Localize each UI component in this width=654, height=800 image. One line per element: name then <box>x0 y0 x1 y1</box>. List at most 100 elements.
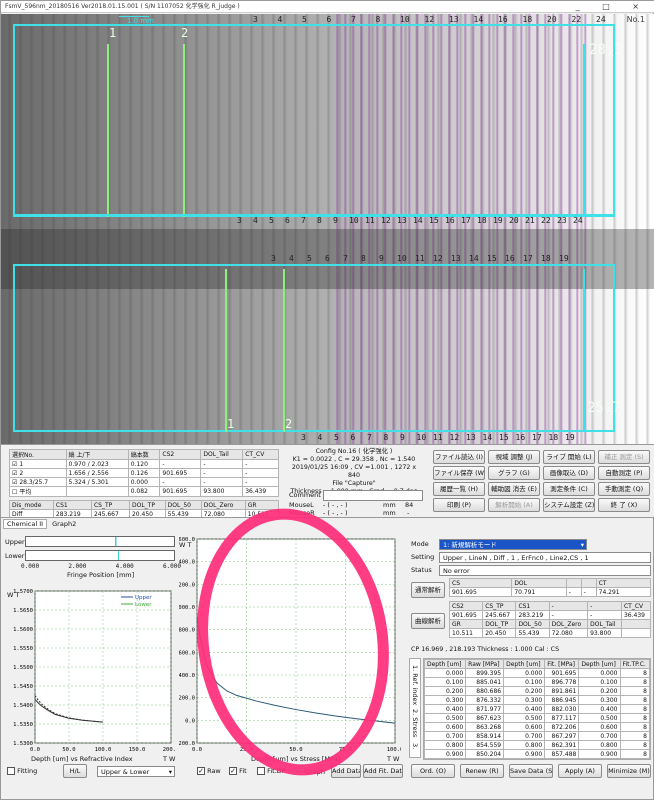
tab-graph2[interactable]: Graph2 <box>49 520 79 528</box>
lower-roi-line-2[interactable] <box>283 269 285 432</box>
col-header[interactable]: Raw [MPa] <box>465 659 505 669</box>
minimize-icon[interactable]: _ <box>576 2 590 11</box>
mode-select[interactable]: 1: 新規解析モード ▾ <box>439 539 587 550</box>
normal-analysis-button[interactable]: 通常解析 <box>411 582 445 598</box>
fringe-number: 15 <box>487 254 497 263</box>
data-table-wrapper[interactable]: Depth [um] Raw [MPa] Depth [um] Fit. [MPa] D… <box>423 658 651 760</box>
hl-button[interactable]: H/L <box>63 764 87 778</box>
upper-roi-box[interactable] <box>13 24 615 217</box>
table-row[interactable]: 0.300 876.332 0.300 886.945 0.300 8 <box>424 695 650 705</box>
table-row[interactable]: ☐ 平均 0.082 901.695 93.800 36.439 <box>9 486 279 497</box>
window-controls[interactable]: _ □ × <box>576 1 649 13</box>
row-select[interactable]: ☑ 28.3/25.7 <box>9 477 67 487</box>
action-button-2-2[interactable]: 測定条件 (C) <box>543 482 595 496</box>
row-select[interactable]: ☑ 1 <box>9 459 67 469</box>
table-row[interactable]: 0.800 854.559 0.800 862.391 0.800 8 <box>424 740 650 750</box>
col-header[interactable]: Depth [um] <box>503 659 546 669</box>
table-row[interactable]: ☑ 2 1.656 / 2.556 0.126 901.695 - - <box>9 468 279 478</box>
maximize-icon[interactable]: □ <box>602 2 620 11</box>
cell: 20.450 <box>482 628 517 638</box>
col-header[interactable]: Fit.TP.C. <box>619 659 650 669</box>
table-row[interactable]: 1.000845.8501.000852.5891.0008 <box>424 758 650 759</box>
raw-toggle[interactable]: ✓ Raw <box>197 767 221 775</box>
row-checkbox[interactable]: ☑ <box>12 470 17 477</box>
table-row[interactable]: 0.900 850.204 0.900 857.488 0.900 8 <box>424 749 650 759</box>
action-button-0-0[interactable]: ファイル読込 (I) <box>433 450 485 464</box>
tab-3[interactable]: 3. <box>411 743 419 749</box>
action-button-1-0[interactable]: ファイル保存 (W) <box>433 466 485 480</box>
fringe-number: 16 <box>505 254 515 263</box>
action-button-2-3[interactable]: 手動測定 (Q) <box>598 482 650 496</box>
right-plot-tw[interactable]: T W <box>387 755 399 763</box>
panel-button-0[interactable]: Ord. (O) <box>411 764 455 778</box>
table-row[interactable]: 0.400 871.977 0.400 882.030 0.400 8 <box>424 704 650 714</box>
row-checkbox[interactable]: ☑ <box>12 461 17 468</box>
action-button-3-3[interactable]: 終 了 (X) <box>598 498 650 512</box>
action-button-1-1[interactable]: グラフ (G) <box>488 466 540 480</box>
action-button-2-0[interactable]: 履歴一覧 (H) <box>433 482 485 496</box>
action-button-3-2[interactable]: システム設定 (Z) <box>543 498 595 512</box>
lower-roi-line-1[interactable] <box>225 269 227 432</box>
lower-roi-box[interactable] <box>13 264 615 432</box>
upper-roi-line-2[interactable] <box>183 44 185 217</box>
table-row[interactable]: 0.500 867.623 0.500 877.117 0.500 8 <box>424 713 650 723</box>
stress-data-table[interactable]: Depth [um] Raw [MPa] Depth [um] Fit. [MPa] D… <box>424 659 650 759</box>
add-fit-data-button[interactable]: Add Fit. Data <box>363 764 403 778</box>
panel-button-1[interactable]: Renew (R) <box>460 764 504 778</box>
table-row[interactable]: ☑ 1 0.970 / 2.023 0.120 - - - <box>9 459 279 469</box>
table-row[interactable]: 0.000 899.395 0.000 901.695 0.000 8 <box>424 668 650 678</box>
refractive-index-chart[interactable]: 1.5700 1.5650 1.5600 1.5550 1.5500 1.5450 1.54… <box>5 583 179 753</box>
action-button-2-1[interactable]: 輔助図 消去 (E) <box>488 482 540 496</box>
upper-roi-line-1[interactable] <box>107 44 109 217</box>
col-header[interactable]: Fit. [MPa] <box>544 659 580 669</box>
fit-checkbox[interactable]: ✓ <box>229 767 237 775</box>
left-plot-tw[interactable]: T W <box>163 755 175 763</box>
table-row[interactable]: ☑ 28.3/25.7 5.324 / 5.301 0.000 - - - <box>9 477 279 487</box>
raw-checkbox[interactable]: ✓ <box>197 767 205 775</box>
action-button-3-0[interactable]: 印刷 (P) <box>433 498 485 512</box>
row-select[interactable]: ☑ 2 <box>9 468 67 478</box>
action-button-0-3[interactable]: 補正 測定 (S) <box>598 450 650 464</box>
comment-input[interactable] <box>323 490 423 501</box>
panel-button-2[interactable]: Save Data (S) <box>509 764 553 778</box>
fringe-image-view[interactable]: 1.0 mm No.1 1 2 28.3 3 4 5 6 7 8 10 12 13 14 16 18 2… <box>1 14 654 444</box>
table-row[interactable]: 0.200 880.686 0.200 891.861 0.200 8 <box>424 686 650 696</box>
cell: - <box>242 468 279 478</box>
fringe-number: 8 <box>375 15 381 24</box>
action-button-0-2[interactable]: ライブ 開始 (L) <box>543 450 595 464</box>
panel-button-4[interactable]: Minimize (M) <box>607 764 651 778</box>
config-line-1: Config No.16 ( 化学強化 ) <box>315 448 393 455</box>
cell: 0.082 <box>127 486 161 497</box>
table-row[interactable]: 0.100 885.041 0.100 896.778 0.100 8 <box>424 677 650 687</box>
table-cell: 0.800 <box>503 740 546 750</box>
panel-button-3[interactable]: Apply (A) <box>558 764 602 778</box>
row-checkbox[interactable]: ☑ <box>12 479 17 486</box>
table-row[interactable]: 0.600 863.268 0.600 872.206 0.600 8 <box>424 722 650 732</box>
tab-ref-index[interactable]: 1. Ref. index <box>411 665 419 705</box>
action-button-0-1[interactable]: 視域 調整 (J) <box>488 450 540 464</box>
fit-toggle[interactable]: ✓ Fit <box>229 767 247 775</box>
chevron-down-icon[interactable]: ▾ <box>581 540 586 549</box>
action-button-1-3[interactable]: 自動測定 (P) <box>598 466 650 480</box>
fitting-toggle[interactable]: Fitting <box>7 767 37 775</box>
row-checkbox[interactable]: ☐ <box>12 489 17 496</box>
tab-stress[interactable]: 2. Stress <box>411 709 419 737</box>
lower-roi-line-end[interactable] <box>583 269 585 432</box>
fitting-checkbox[interactable] <box>7 767 15 775</box>
action-button-3-1[interactable]: 解析開始 (A) <box>488 498 540 512</box>
table-row[interactable]: 0.700 858.914 0.700 867.297 0.700 8 <box>424 731 650 741</box>
cell: - <box>159 477 202 487</box>
col-header[interactable]: Depth [um] <box>578 659 621 669</box>
row-select[interactable]: ☐ 平均 <box>9 486 67 497</box>
fitdp-checkbox[interactable] <box>257 767 265 775</box>
curve-analysis-button[interactable]: 曲線解析 <box>411 613 445 629</box>
chevron-down-icon[interactable]: ▾ <box>169 767 174 776</box>
col-header[interactable]: Depth [um] <box>424 659 467 669</box>
col-header: CT_CV <box>620 601 652 611</box>
action-button-1-2[interactable]: 画像取込 (D) <box>543 466 595 480</box>
mode-label: Mode <box>411 540 429 548</box>
plot-source-select[interactable]: Upper & Lower ▾ <box>97 766 175 777</box>
upper-roi-line-end[interactable] <box>583 44 585 217</box>
close-icon[interactable]: × <box>632 2 649 11</box>
tab-chemical[interactable]: Chemical II <box>3 519 48 529</box>
